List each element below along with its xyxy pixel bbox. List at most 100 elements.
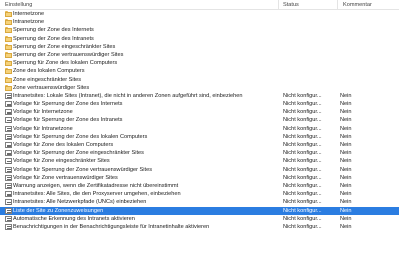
column-header-bar: Einstellung Status Kommentar bbox=[0, 0, 399, 10]
folder-row[interactable]: Sperrung der Zone des Internets bbox=[0, 26, 399, 34]
folder-row[interactable]: Zone eingeschränkter Sites bbox=[0, 76, 399, 84]
setting-comment: Nein bbox=[340, 109, 352, 116]
policy-setting-icon bbox=[5, 92, 12, 99]
setting-status: Nicht konfigur... bbox=[283, 174, 322, 181]
folder-row[interactable]: Zone vertrauenswürdiger Sites bbox=[0, 84, 399, 92]
folder-icon bbox=[5, 76, 12, 83]
setting-row[interactable]: Benachrichtigungen in der Benachrichtigu… bbox=[0, 223, 399, 231]
setting-comment: Nein bbox=[340, 207, 352, 214]
setting-row[interactable]: Automatische Erkennung des Intranets akt… bbox=[0, 215, 399, 223]
folder-row[interactable]: Sperrung der Zone des Intranets bbox=[0, 35, 399, 43]
policy-setting-icon bbox=[5, 174, 12, 181]
policy-setting-icon bbox=[5, 166, 12, 173]
setting-comment: Nein bbox=[340, 191, 352, 198]
policy-setting-icon bbox=[5, 142, 12, 148]
policy-setting-icon bbox=[5, 207, 12, 214]
policy-setting-icon bbox=[5, 101, 12, 108]
setting-name: Intranetsites: Alle Netzwerkpfade (UNCs)… bbox=[13, 199, 147, 206]
policy-setting-icon bbox=[5, 199, 12, 206]
column-header-setting[interactable]: Einstellung bbox=[5, 2, 32, 9]
column-divider[interactable] bbox=[337, 0, 338, 9]
setting-status: Nicht konfigur... bbox=[283, 133, 322, 140]
setting-comment: Nein bbox=[340, 92, 352, 99]
folder-row[interactable]: Sperrung für Zone des lokalen Computers bbox=[0, 59, 399, 67]
policy-setting-icon bbox=[5, 125, 12, 132]
setting-name: Vorlage für Sperrung der Zone des Intran… bbox=[13, 117, 123, 124]
folder-row[interactable]: Zone des lokalen Computers bbox=[0, 67, 399, 75]
setting-name: Vorlage für Zone des lokalen Computers bbox=[13, 142, 114, 148]
setting-name: Vorlage für Internetzone bbox=[13, 109, 73, 116]
folder-icon bbox=[5, 60, 12, 67]
setting-comment: Nein bbox=[340, 199, 352, 206]
folder-label: Zone vertrauenswürdiger Sites bbox=[13, 84, 90, 91]
setting-comment: Nein bbox=[340, 133, 352, 140]
folder-icon bbox=[5, 43, 12, 50]
folder-row[interactable]: Sperrung der Zone eingeschränkter Sites bbox=[0, 43, 399, 51]
setting-status: Nicht konfigur... bbox=[283, 158, 322, 165]
setting-row[interactable]: Liste der Site zu Zonenzuweisungen Nicht … bbox=[0, 206, 399, 215]
policy-setting-icon bbox=[5, 223, 12, 230]
policy-setting-icon bbox=[5, 215, 12, 222]
setting-row[interactable]: Intranetsites: Alle Netzwerkpfade (UNCs)… bbox=[0, 198, 399, 206]
setting-status: Nicht konfigur... bbox=[283, 101, 322, 108]
setting-comment: Nein bbox=[340, 174, 352, 181]
setting-row[interactable]: Vorlage für Zone eingeschränkter Sites Ni… bbox=[0, 157, 399, 165]
setting-status: Nicht konfigur... bbox=[283, 199, 322, 206]
folder-row[interactable]: Internetzone bbox=[0, 10, 399, 18]
folder-icon bbox=[5, 11, 12, 17]
setting-name: Vorlage für Zone eingeschränkter Sites bbox=[13, 158, 110, 165]
setting-status: Nicht konfigur... bbox=[283, 92, 322, 99]
setting-comment: Nein bbox=[340, 150, 352, 157]
setting-status: Nicht konfigur... bbox=[283, 215, 322, 222]
policy-setting-icon bbox=[5, 150, 12, 157]
setting-row[interactable]: Warnung anzeigen, wenn die Zertifikatadr… bbox=[0, 182, 399, 190]
setting-row[interactable]: Intranetsites: Alle Sites, die den Proxy… bbox=[0, 190, 399, 198]
setting-name: Intranetsites: Alle Sites, die den Proxy… bbox=[13, 191, 181, 198]
setting-comment: Nein bbox=[340, 125, 352, 132]
setting-row[interactable]: Vorlage für Sperrung der Zone vertrauens… bbox=[0, 166, 399, 174]
setting-name: Vorlage für Sperrung der Zone des Intern… bbox=[13, 101, 123, 108]
setting-status: Nicht konfigur... bbox=[283, 182, 322, 189]
setting-row[interactable]: Vorlage für Internetzone Nicht konfigur..… bbox=[0, 108, 399, 116]
setting-row[interactable]: Vorlage für Intranetzone Nicht konfigur..… bbox=[0, 125, 399, 133]
setting-row[interactable]: Intranetsites: Lokale Sites (Intranet), … bbox=[0, 92, 399, 100]
setting-comment: Nein bbox=[340, 142, 352, 148]
policy-setting-icon bbox=[5, 133, 12, 140]
setting-status: Nicht konfigur... bbox=[283, 117, 322, 124]
setting-row[interactable]: Vorlage für Sperrung der Zone des lokale… bbox=[0, 133, 399, 141]
folder-label: Sperrung der Zone eingeschränkter Sites bbox=[13, 43, 116, 50]
policy-setting-icon bbox=[5, 109, 12, 116]
setting-comment: Nein bbox=[340, 166, 352, 173]
folder-icon bbox=[5, 84, 12, 91]
policy-setting-icon bbox=[5, 182, 12, 189]
setting-status: Nicht konfigur... bbox=[283, 142, 322, 148]
setting-row[interactable]: Vorlage für Sperrung der Zone des Intran… bbox=[0, 116, 399, 124]
folder-row[interactable]: Intranetzone bbox=[0, 18, 399, 26]
setting-comment: Nein bbox=[340, 182, 352, 189]
setting-name: Intranetsites: Lokale Sites (Intranet), … bbox=[13, 92, 243, 99]
folder-row[interactable]: Sperrung der Zone vertrauenswürdiger Sit… bbox=[0, 51, 399, 59]
setting-comment: Nein bbox=[340, 117, 352, 124]
setting-name: Automatische Erkennung des Intranets akt… bbox=[13, 215, 135, 222]
setting-status: Nicht konfigur... bbox=[283, 109, 322, 116]
policy-setting-icon bbox=[5, 117, 12, 124]
setting-name: Warnung anzeigen, wenn die Zertifikatadr… bbox=[13, 182, 179, 189]
setting-comment: Nein bbox=[340, 158, 352, 165]
setting-row[interactable]: Vorlage für Sperrung der Zone eingeschrä… bbox=[0, 149, 399, 157]
folder-label: Intranetzone bbox=[13, 19, 45, 26]
setting-row[interactable]: Vorlage für Zone vertrauenswürdiger Site… bbox=[0, 174, 399, 182]
setting-name: Vorlage für Intranetzone bbox=[13, 125, 73, 132]
setting-row[interactable]: Vorlage für Zone des lokalen Computers Ni… bbox=[0, 141, 399, 149]
setting-name: Vorlage für Sperrung der Zone des lokale… bbox=[13, 133, 148, 140]
folder-icon bbox=[5, 51, 12, 58]
column-header-status[interactable]: Status bbox=[283, 2, 299, 9]
column-header-comment[interactable]: Kommentar bbox=[343, 2, 372, 9]
folder-icon bbox=[5, 19, 12, 26]
setting-status: Nicht konfigur... bbox=[283, 125, 322, 132]
setting-status: Nicht konfigur... bbox=[283, 207, 322, 214]
setting-name: Vorlage für Sperrung der Zone eingeschrä… bbox=[13, 150, 144, 157]
setting-name: Vorlage für Sperrung der Zone vertrauens… bbox=[13, 166, 152, 173]
setting-name: Vorlage für Zone vertrauenswürdiger Site… bbox=[13, 174, 118, 181]
column-divider[interactable] bbox=[278, 0, 279, 9]
setting-row[interactable]: Vorlage für Sperrung der Zone des Intern… bbox=[0, 100, 399, 108]
